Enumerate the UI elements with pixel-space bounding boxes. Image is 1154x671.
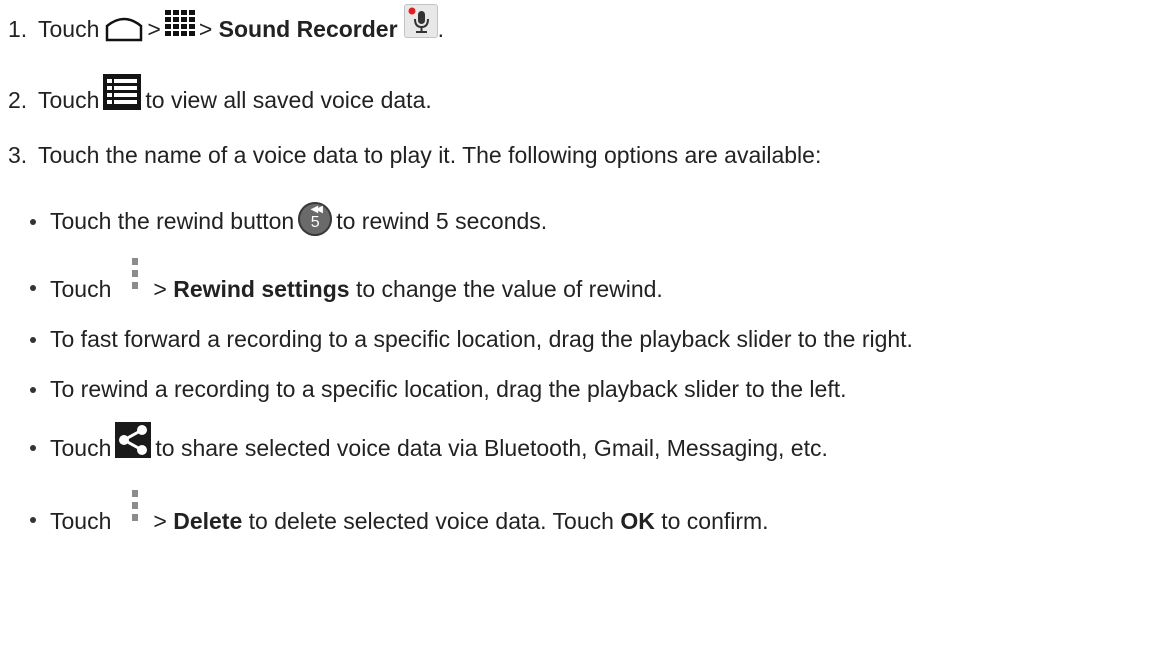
separator: > [153,508,167,535]
option-text-rest: to change the value of rewind. [355,276,663,303]
step-text: Touch the name of a voice data to play i… [38,142,822,168]
option-text: Touch [50,435,112,462]
option-text-end: to confirm. [661,508,769,535]
rewind-settings-label: Rewind settings [173,276,350,303]
option-text: Touch [50,276,112,303]
option-text-rest: to delete selected voice data. Touch [248,508,614,535]
bullet [30,337,36,343]
step-text-rest: to view all saved voice data. [145,87,432,114]
separator: > [198,16,213,43]
option-text: Touch [50,508,112,535]
option-fast-forward: To fast forward a recording to a specifi… [30,324,913,354]
sound-recorder-label: Sound Recorder [218,16,398,43]
separator: > [147,16,161,43]
option-rewind-settings: Touch > Rewind settings to change the val… [30,258,663,310]
bullet [30,219,36,225]
option-text-rest: to rewind 5 seconds. [336,208,548,235]
apps-grid-icon [164,10,195,38]
option-text: Touch the rewind button [50,208,295,235]
delete-label: Delete [173,508,243,535]
step-text: Touch [38,87,100,114]
option-text: To rewind a recording to a specific loca… [50,376,847,402]
menu-icon [125,258,145,296]
share-icon [115,422,152,458]
step-number: 3. [8,142,28,168]
step-2: 2. Touch to view all saved voice data. [8,74,432,120]
option-rewind: Touch the rewind button ◀◀ 5 to rewind 5 se… [30,202,548,240]
step-number: 2. [8,87,28,114]
ok-label: OK [620,508,655,535]
bullet [30,387,36,393]
step-3: 3. Touch the name of a voice data to play… [8,140,821,170]
option-text-rest: to share selected voice data via Bluetoo… [155,435,828,462]
bullet [30,517,36,523]
sound-recorder-icon [403,4,438,38]
option-rewind-drag: To rewind a recording to a specific loca… [30,374,847,404]
home-icon [105,14,143,42]
step-1: 1. Touch > > Sound Recorder. [8,4,444,48]
bullet [30,445,36,451]
step-number: 1. [8,16,28,43]
menu-icon [125,490,145,528]
bullet [30,285,36,291]
period: . [437,16,444,43]
option-text: To fast forward a recording to a specifi… [50,326,913,352]
option-share: Touch to share selected voice data via Bl… [30,422,828,468]
option-delete: Touch > Delete to delete selected voice d… [30,490,769,542]
separator: > [153,276,167,303]
step-text: Touch [38,16,100,43]
rewind-5-icon: ◀◀ 5 [298,202,333,236]
list-icon [103,74,142,110]
